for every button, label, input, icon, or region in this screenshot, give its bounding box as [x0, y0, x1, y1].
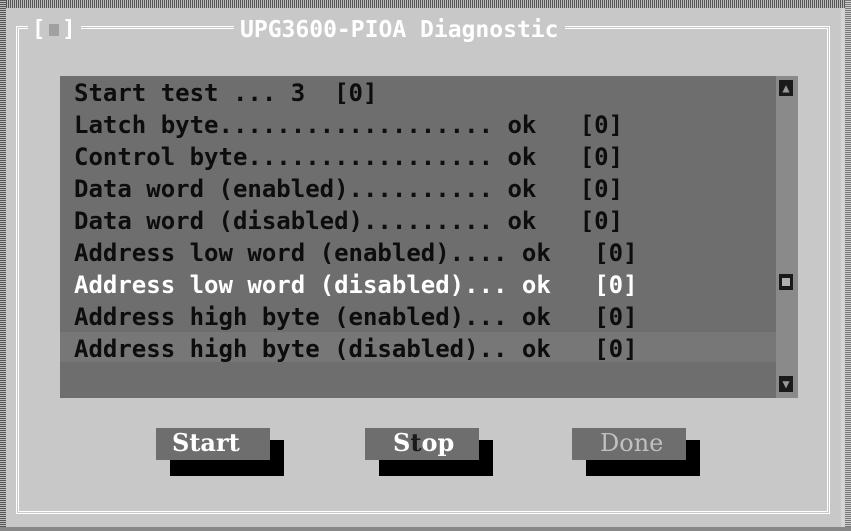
title-bar: [] UPG3600-PIOA Diagnostic: [6, 14, 841, 44]
list-item-selected[interactable]: Address low word (disabled)... ok [0]: [74, 270, 774, 302]
done-button-face[interactable]: Done: [572, 428, 686, 460]
start-button-face[interactable]: Start: [156, 428, 270, 460]
stop-label-post: op: [421, 428, 455, 457]
dos-screen: [] UPG3600-PIOA Diagnostic Start test ..…: [0, 0, 851, 531]
close-button[interactable]: []: [28, 18, 81, 42]
window-title: UPG3600-PIOA Diagnostic: [234, 16, 565, 44]
desktop-background-bottom: [0, 527, 851, 531]
desktop-background-right: [845, 0, 851, 531]
close-box-right: ]: [62, 17, 77, 42]
start-button[interactable]: Start: [156, 428, 284, 476]
list-item[interactable]: Data word (enabled).......... ok [0]: [74, 174, 774, 206]
desktop-background: [0, 0, 851, 8]
list-item[interactable]: Address low word (enabled).... ok [0]: [74, 238, 774, 270]
arrow-up-icon[interactable]: ▲: [779, 80, 793, 96]
done-button[interactable]: Done: [572, 428, 700, 476]
list-item[interactable]: Start test ... 3 [0]: [74, 78, 774, 110]
stop-button-face[interactable]: Stop: [365, 428, 479, 460]
list-item[interactable]: Latch byte................... ok [0]: [74, 110, 774, 142]
scroll-thumb[interactable]: [779, 274, 793, 290]
start-button-label: Start: [172, 428, 240, 457]
list-item[interactable]: Address high byte (disabled).. ok [0]: [74, 334, 774, 366]
arrow-down-icon[interactable]: ▼: [779, 376, 793, 392]
close-box-left: [: [32, 17, 47, 42]
stop-hotkey: t: [410, 428, 422, 457]
vertical-scrollbar[interactable]: ▲ ▼: [776, 76, 798, 398]
close-icon: [49, 24, 60, 36]
list-item[interactable]: Data word (disabled)......... ok [0]: [74, 206, 774, 238]
test-results-list[interactable]: Start test ... 3 [0] Latch byte.........…: [60, 76, 776, 398]
stop-button[interactable]: Stop: [365, 428, 493, 476]
diagnostic-dialog: [] UPG3600-PIOA Diagnostic Start test ..…: [6, 8, 841, 527]
stop-label-pre: S: [393, 428, 411, 457]
list-item[interactable]: Control byte................. ok [0]: [74, 142, 774, 174]
list-item[interactable]: Address high byte (enabled)... ok [0]: [74, 302, 774, 334]
